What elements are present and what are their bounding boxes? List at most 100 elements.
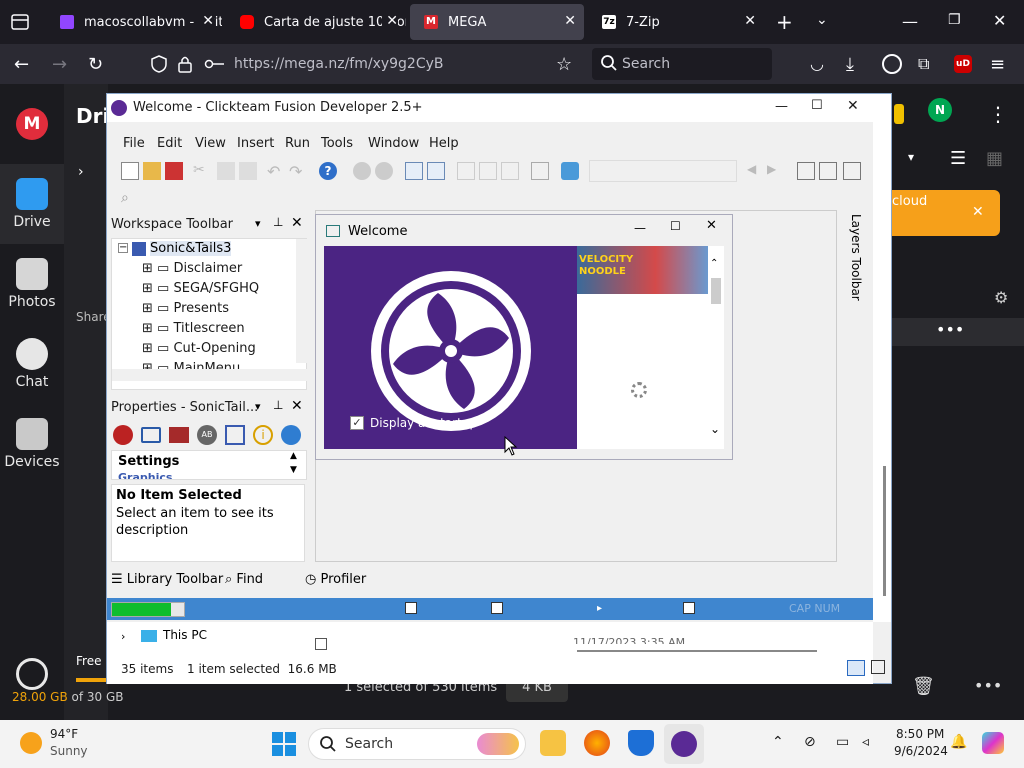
reload-icon[interactable]: ↻ [88,54,103,75]
layout-icon[interactable] [501,162,519,180]
info-icon[interactable]: i [253,425,273,445]
scroll-down-icon[interactable]: ▼ [290,465,297,475]
expander-plus-icon[interactable]: ⊞ [142,341,153,356]
close-icon[interactable]: ✕ [382,13,398,29]
scroll-up-icon[interactable]: ▲ [290,451,297,461]
new-tab-button[interactable]: + [776,10,793,34]
tree-item[interactable]: ⊞ ▭ Titlescreen [142,321,245,336]
display-icon[interactable] [141,427,161,443]
nav-back-icon[interactable] [353,162,371,180]
sidebar-item-chat[interactable]: Chat [0,324,64,404]
close-icon[interactable]: ✕ [198,13,214,29]
menu-run[interactable]: Run [285,136,310,151]
pin-icon[interactable]: ⊥ [273,398,283,412]
upgrade-banner[interactable]: cloud ✕ [892,190,1000,236]
save-icon[interactable] [165,162,183,180]
vertical-scrollbar[interactable] [883,466,886,596]
back-arrow-icon[interactable]: ← [14,54,29,75]
chevron-down-icon[interactable]: ⌄ [816,12,828,28]
chevron-right-icon[interactable]: › [121,630,125,643]
menu-help[interactable]: Help [429,136,459,151]
dropdown-icon[interactable]: ▾ [255,400,261,413]
vertical-scrollbar[interactable]: ⌃ ⌄ [708,246,724,449]
properties-icon[interactable] [819,162,837,180]
url-text[interactable]: https://mega.nz/fm/xy9g2CyB [234,56,444,72]
minimize-button[interactable]: — [634,221,646,235]
copilot-icon[interactable] [982,732,1004,754]
windows-start-icon[interactable] [272,732,296,756]
hamburger-menu-icon[interactable]: ≡ [990,54,1005,75]
sidebar-item-drive[interactable]: Drive [0,164,64,244]
close-window-button[interactable]: ✕ [993,11,1006,30]
nav-forward-icon[interactable] [375,162,393,180]
minimize-button[interactable]: — [775,99,788,114]
extensions-icon[interactable]: ⧉ [918,54,929,74]
tree-item[interactable]: ⊞ ▭ Cut-Opening [142,341,256,356]
sidebar-item-photos[interactable]: Photos [0,244,64,324]
storyboard-icon[interactable] [531,162,549,180]
downloads-icon[interactable]: ⤓ [846,54,854,75]
tree-item[interactable]: ⊞ ▭ SEGA/SFGHQ [142,281,259,296]
pin-icon[interactable]: ⊥ [273,215,283,229]
grid-view-icon[interactable]: ▦ [986,148,1003,169]
menu-insert[interactable]: Insert [237,136,274,151]
ad-banner[interactable]: VELOCITY NOODLE [577,246,708,294]
search-box[interactable]: Search [592,48,772,80]
more-vertical-icon[interactable]: ⋮ [988,102,1008,126]
pocket-icon[interactable]: ◡ [810,54,824,73]
restore-button[interactable]: ❐ [948,12,961,28]
close-icon[interactable]: ✕ [291,215,303,231]
grid-view-icon[interactable] [427,162,445,180]
vertical-scrollbar[interactable] [296,239,308,363]
notification-bell-icon[interactable]: 🔔 [950,734,967,750]
tiles-view-icon[interactable] [871,660,885,674]
chevron-up-icon[interactable]: ⌃ [772,734,784,750]
next-frame-icon[interactable]: ▶ [767,162,776,176]
trash-icon[interactable]: 🗑 [912,676,935,697]
build-icon[interactable] [561,162,579,180]
menu-tools[interactable]: Tools [321,136,353,151]
sync-icon[interactable] [16,658,48,690]
library-toolbar-tab[interactable]: ☰ Library Toolbar [111,572,223,587]
find-tab[interactable]: ⌕ Find [225,572,263,587]
close-icon[interactable]: ✕ [972,204,984,220]
tab-mega[interactable]: M MEGA ✕ [410,4,584,40]
bookmark-star-icon[interactable]: ☆ [556,54,572,75]
values-icon[interactable]: AB [197,425,217,445]
network-icon[interactable]: ⊘ [804,734,816,750]
close-window-button[interactable]: ✕ [847,98,859,114]
layers-toolbar-label[interactable]: Layers Toolbar [843,214,863,301]
scroll-thumb[interactable] [711,278,721,304]
chevron-right-icon[interactable]: › [78,164,84,180]
weather-temp[interactable]: 94°F [50,727,78,741]
list-view-icon[interactable]: ☰ [950,148,966,169]
tab-7zip[interactable]: 7z 7-Zip ✕ [588,4,764,40]
close-window-button[interactable]: ✕ [706,218,717,233]
tree-item-root[interactable]: Sonic&Tails3 [150,241,232,256]
open-folder-icon[interactable] [143,162,161,180]
copy-icon[interactable] [217,162,235,180]
forward-arrow-icon[interactable]: → [52,54,67,75]
menu-edit[interactable]: Edit [157,136,182,151]
clock-time[interactable]: 8:50 PM [896,727,944,741]
permissions-icon[interactable] [204,56,226,72]
cut-icon[interactable]: ✂ [193,162,211,180]
display-at-startup-checkbox[interactable]: ✓ [350,416,364,430]
help-icon[interactable]: ? [319,162,337,180]
maximize-button[interactable]: ☐ [670,219,681,233]
horizontal-scrollbar[interactable] [577,650,817,652]
horizontal-scrollbar[interactable] [112,369,308,381]
expander-plus-icon[interactable]: ⊞ [142,261,153,276]
grid-icon[interactable] [479,162,497,180]
settings-gear-icon[interactable] [113,425,133,445]
sidebar-item-devices[interactable]: Devices [0,404,64,484]
scroll-up-icon[interactable]: ⌃ [710,258,718,269]
avatar[interactable]: N [928,98,952,122]
expander-plus-icon[interactable]: ⊞ [142,321,153,336]
menu-file[interactable]: File [123,136,145,151]
window-icon[interactable] [797,162,815,180]
display-icon[interactable]: ▭ [836,734,849,750]
close-icon[interactable]: ✕ [291,398,303,414]
weather-desc[interactable]: Sunny [50,744,88,758]
redo-icon[interactable]: ↷ [289,162,307,181]
